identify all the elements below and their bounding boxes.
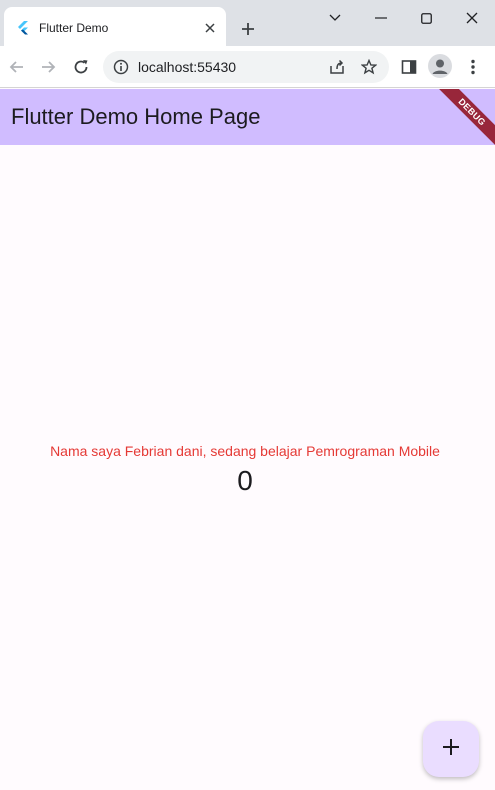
name-message: Nama saya Febrian dani, sedang belajar P… bbox=[50, 443, 440, 459]
star-icon[interactable] bbox=[357, 55, 381, 79]
kebab-menu-icon[interactable] bbox=[461, 55, 485, 79]
address-bar[interactable]: localhost:55430 bbox=[103, 51, 389, 83]
close-window-icon[interactable] bbox=[452, 7, 492, 29]
share-icon[interactable] bbox=[325, 55, 349, 79]
url-text[interactable]: localhost:55430 bbox=[138, 59, 236, 75]
page-title: Flutter Demo Home Page bbox=[11, 104, 261, 129]
flutter-logo-icon bbox=[17, 21, 29, 35]
increment-button[interactable] bbox=[423, 721, 479, 777]
avatar[interactable] bbox=[428, 54, 452, 78]
reload-icon[interactable] bbox=[69, 55, 93, 79]
browser-toolbar: localhost:55430 bbox=[0, 46, 495, 88]
app-bar: Flutter Demo Home Page DEBUG bbox=[0, 89, 495, 145]
arrow-right-icon[interactable] bbox=[36, 55, 60, 79]
info-icon[interactable] bbox=[113, 59, 129, 80]
close-tab-icon[interactable] bbox=[202, 20, 218, 36]
counter-value: 0 bbox=[237, 465, 253, 496]
browser-tab[interactable]: Flutter Demo bbox=[4, 7, 226, 46]
browser-tab-strip: Flutter Demo bbox=[0, 0, 495, 46]
tab-title: Flutter Demo bbox=[39, 21, 109, 35]
side-panel-icon[interactable] bbox=[397, 55, 421, 79]
minimize-window-icon[interactable] bbox=[361, 7, 401, 29]
arrow-left-icon[interactable] bbox=[5, 55, 29, 79]
minimize-icon[interactable] bbox=[315, 7, 355, 29]
plus-icon bbox=[442, 738, 460, 761]
maximize-icon[interactable] bbox=[406, 7, 446, 29]
debug-banner: DEBUG bbox=[428, 89, 495, 145]
app-body: Nama saya Febrian dani, sedang belajar P… bbox=[0, 145, 495, 790]
new-tab-button[interactable] bbox=[236, 17, 260, 41]
